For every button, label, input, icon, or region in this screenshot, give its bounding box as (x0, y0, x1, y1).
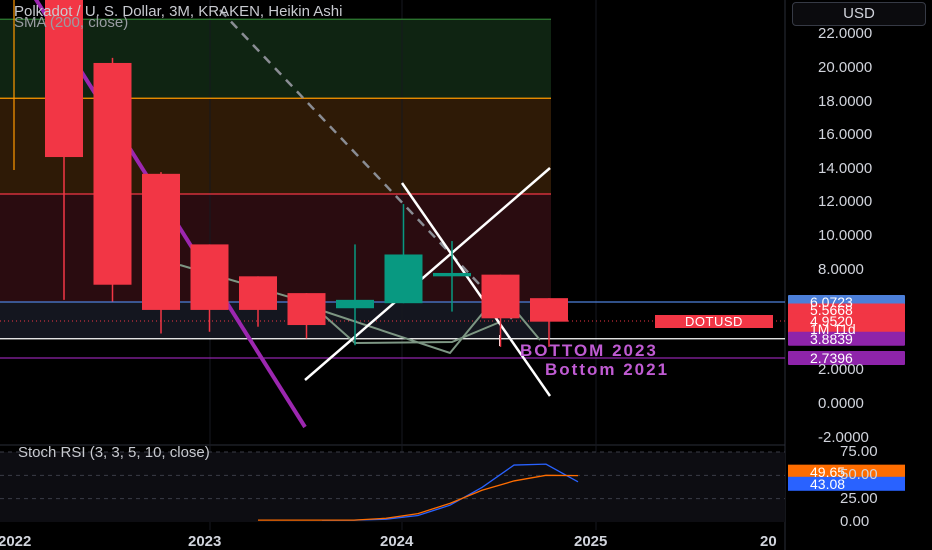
candle-body (384, 254, 423, 304)
candle-body (433, 272, 471, 277)
price-tick-label: 8.0000 (818, 260, 864, 278)
price-tick-label: 0.0000 (818, 395, 864, 412)
candle-body (481, 274, 520, 319)
rsi-tick-label: 50.00 (840, 466, 878, 484)
time-tick-label: 2024 (380, 533, 414, 550)
price-tick-label: 18.0000 (818, 92, 873, 110)
price-tick-label: 16.0000 (818, 126, 873, 144)
candle-body (239, 276, 277, 310)
rsi-tick-label: 25.00 (840, 489, 878, 507)
time-tick-label: 20 (760, 533, 777, 550)
candle-body (142, 173, 180, 310)
time-tick-label: 2025 (574, 533, 608, 550)
candle-body (530, 298, 568, 322)
rsi-tick-label: 0.00 (840, 513, 870, 530)
time-tick-label: 2022 (0, 533, 32, 550)
price-label: 3.8839 (810, 330, 853, 347)
currency-button[interactable]: USD (792, 2, 926, 26)
stoch-rsi-title[interactable]: Stoch RSI (3, 3, 5, 10, close) (18, 444, 210, 461)
price-tick-label: 20.0000 (818, 59, 873, 76)
price-tick-label: 10.0000 (818, 227, 873, 244)
time-tick-label: 2023 (188, 533, 222, 550)
candle-body (190, 244, 229, 310)
candle-body (336, 299, 374, 309)
stoch-rsi-layer (0, 451, 785, 522)
price-tick-label: 12.0000 (818, 193, 873, 211)
bottom-2023-label: BOTTOM 2023 (520, 341, 658, 360)
rsi-background (0, 452, 785, 522)
candle-body (93, 62, 132, 285)
price-tick-label: 14.0000 (818, 159, 873, 177)
ticker-price-tag: DOTUSD (655, 315, 773, 328)
candle-body (287, 293, 326, 326)
bottom-2021-label: Bottom 2021 (545, 360, 670, 379)
rsi-tick-label: 75.00 (840, 443, 878, 460)
price-tick-label: 22.0000 (818, 25, 873, 43)
price-label: 2.7396 (810, 349, 853, 366)
sma-indicator-label[interactable]: SMA (200, close) (14, 14, 128, 31)
